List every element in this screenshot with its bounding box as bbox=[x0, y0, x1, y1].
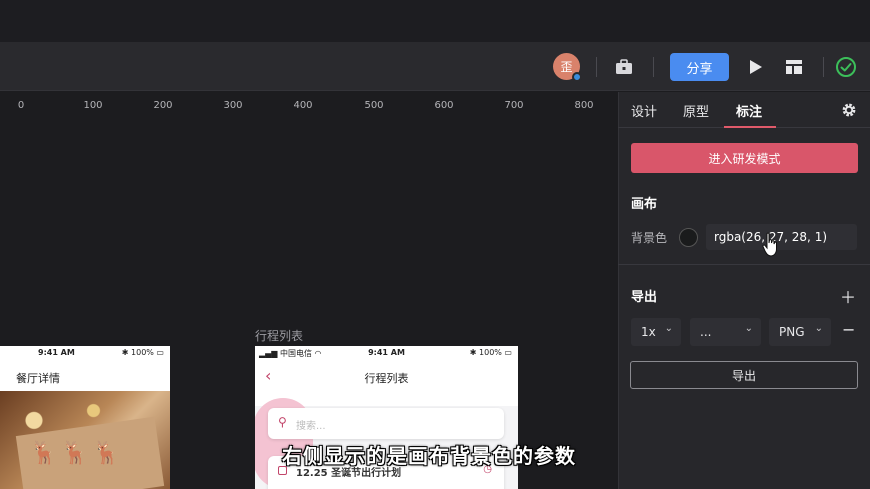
toolbar-divider bbox=[653, 57, 654, 77]
format-select[interactable]: PNG ⌄ bbox=[769, 318, 831, 346]
artboard-restaurant-detail[interactable]: 9:41 AM ✱ 100% ▭ 餐厅详情 🦌🦌🦌 bbox=[0, 346, 170, 489]
top-band bbox=[0, 0, 870, 42]
search-bar[interactable]: ⚲ 搜索... bbox=[268, 408, 504, 439]
scale-select[interactable]: 1x ⌄ bbox=[631, 318, 681, 346]
tab-prototype[interactable]: 原型 bbox=[683, 101, 709, 120]
ruler-tick: 300 bbox=[223, 100, 243, 111]
toolbar bbox=[0, 42, 870, 91]
ruler-tick: 700 bbox=[504, 100, 524, 111]
remove-export-icon[interactable]: − bbox=[842, 320, 855, 339]
export-button[interactable]: 导出 bbox=[630, 361, 858, 389]
canvas-section-title: 画布 bbox=[631, 197, 658, 212]
horizontal-ruler: 0 100 200 300 400 500 600 700 800 bbox=[0, 92, 618, 120]
toolbar-divider bbox=[596, 57, 597, 77]
ruler-tick: 600 bbox=[434, 100, 454, 111]
bluetooth-icon: ✱ bbox=[469, 348, 480, 357]
add-export-icon[interactable]: ＋ bbox=[840, 284, 856, 308]
active-tab-indicator bbox=[724, 126, 776, 128]
battery-text: 100% bbox=[131, 348, 154, 357]
status-battery: ✱ 100% ▭ bbox=[121, 348, 164, 357]
toolbar-divider bbox=[823, 57, 824, 77]
status-battery: ✱ 100% ▭ bbox=[469, 348, 512, 357]
ruler-tick: 800 bbox=[574, 100, 594, 111]
bg-color-label: 背景色 bbox=[631, 231, 668, 245]
app-window: 歪 分享 0 100 200 300 400 500 600 700 800 行… bbox=[0, 0, 870, 489]
hand-cursor-icon bbox=[762, 232, 782, 258]
avatar-status-dot bbox=[572, 72, 582, 82]
export-section-title: 导出 bbox=[631, 290, 658, 305]
reindeer-pattern: 🦌🦌🦌 bbox=[30, 441, 125, 466]
chevron-down-icon: ⌄ bbox=[744, 323, 753, 334]
ruler-tick: 500 bbox=[364, 100, 384, 111]
artboard-label[interactable]: 行程列表 bbox=[255, 327, 303, 344]
ruler-tick: 0 bbox=[17, 100, 25, 111]
video-subtitle: 右侧显示的是画布背景色的参数 bbox=[282, 444, 576, 468]
format-value: PNG bbox=[779, 325, 805, 339]
ruler-tick: 200 bbox=[153, 100, 173, 111]
status-time: 9:41 AM bbox=[368, 348, 405, 357]
play-icon[interactable] bbox=[744, 55, 768, 79]
ruler-tick: 400 bbox=[293, 100, 313, 111]
scale-value: 1x bbox=[641, 325, 656, 339]
ruler-tick: 100 bbox=[83, 100, 103, 111]
tab-annotation[interactable]: 标注 bbox=[736, 101, 762, 120]
carrier-text: 中国电信 bbox=[280, 349, 312, 358]
status-time: 9:41 AM bbox=[38, 348, 75, 357]
search-placeholder: 搜索... bbox=[296, 421, 326, 432]
suffix-value: ... bbox=[700, 325, 712, 339]
status-bar: 9:41 AM ✱ 100% ▭ bbox=[0, 346, 170, 361]
enter-dev-mode-button[interactable]: 进入研发模式 bbox=[631, 143, 858, 173]
gear-icon[interactable] bbox=[840, 101, 858, 119]
chevron-down-icon: ⌄ bbox=[814, 323, 823, 334]
search-icon: ⚲ bbox=[278, 415, 287, 429]
bluetooth-icon: ✱ bbox=[121, 348, 132, 357]
screen-title: 行程列表 bbox=[364, 372, 409, 385]
check-circle-icon[interactable] bbox=[834, 55, 858, 79]
battery-text: 100% bbox=[479, 348, 502, 357]
share-button[interactable]: 分享 bbox=[670, 53, 729, 81]
toolbox-icon[interactable] bbox=[612, 55, 636, 79]
color-swatch[interactable] bbox=[679, 228, 698, 247]
layout-icon[interactable] bbox=[782, 55, 806, 79]
tab-design[interactable]: 设计 bbox=[631, 101, 657, 120]
wifi-icon: ◠ bbox=[314, 349, 322, 358]
chevron-down-icon: ⌄ bbox=[664, 323, 673, 334]
status-carrier: ▂▄▆ 中国电信 ◠ bbox=[259, 348, 322, 359]
section-divider bbox=[618, 264, 870, 265]
screen-title: 餐厅详情 bbox=[16, 372, 60, 385]
signal-icon: ▂▄▆ bbox=[259, 349, 280, 358]
suffix-select[interactable]: ... ⌄ bbox=[690, 318, 761, 346]
status-bar: ▂▄▆ 中国电信 ◠ 9:41 AM ✱ 100% ▭ bbox=[255, 346, 518, 361]
